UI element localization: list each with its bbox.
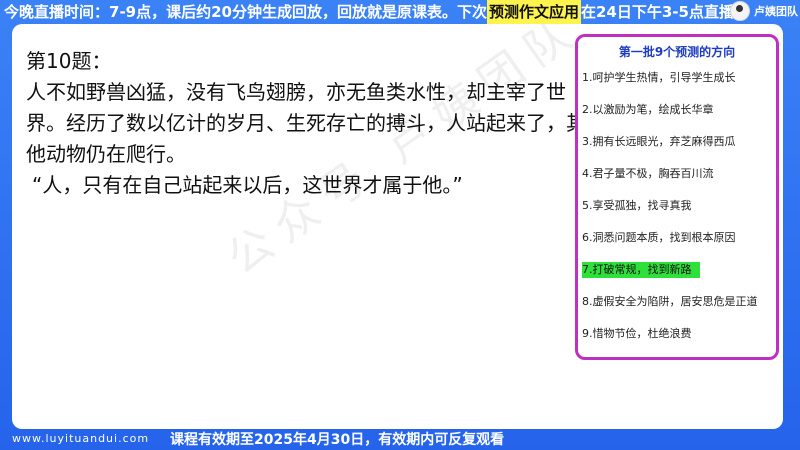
- validity-notice: 课程有效期至2025年4月30日，有效期内可反复观看: [170, 432, 505, 448]
- list-item: 2.以激励为笔，绘成长华章: [582, 103, 714, 116]
- list-item: 4.君子量不极，胸吞百川流: [582, 167, 714, 180]
- announcement-prefix: 今晚直播时间：7-9点，课后约20分钟生成回放，回放就是原课表。下次: [4, 3, 487, 21]
- prediction-list: 1.呵护学生热情，引导学生成长 2.以激励为笔，绘成长华章 3.拥有长远眼光，弃…: [582, 70, 776, 342]
- announcement-highlight: 预测作文应用: [486, 0, 581, 24]
- list-item-highlighted: 7.打破常规，找到新路: [582, 262, 700, 278]
- bottom-bar: www.luyituandui.com 课程有效期至2025年4月30日，有效期…: [0, 430, 800, 450]
- brand-name: 卢姨团队: [754, 5, 798, 18]
- question-number: 第10题：: [26, 49, 112, 73]
- question-paragraph: 人不如野兽凶猛，没有飞鸟翅膀，亦无鱼类水性，却主宰了世界。经历了数以亿计的岁月、…: [26, 80, 586, 166]
- list-item: 5.享受孤独，找寻真我: [582, 199, 692, 212]
- list-item: 3.拥有长远眼光，弃芝麻得西瓜: [582, 135, 736, 148]
- prediction-panel: 第一批9个预测的方向 1.呵护学生热情，引导学生成长 2.以激励为笔，绘成长华章…: [575, 34, 779, 360]
- announcement-suffix: 在24日下午3-5点直播: [581, 3, 734, 21]
- avatar-icon: [730, 1, 750, 21]
- list-item: 6.洞悉问题本质，找到根本原因: [582, 231, 736, 244]
- panel-title: 第一批9个预测的方向: [618, 45, 736, 59]
- question-quote: “人，只有在自己站起来以后，这世界才属于他。”: [32, 173, 463, 197]
- list-item: 1.呵护学生热情，引导学生成长: [582, 71, 736, 84]
- question-content: 第10题： 人不如野兽凶猛，没有飞鸟翅膀，亦无鱼类水性，却主宰了世界。经历了数以…: [26, 46, 586, 201]
- slide-card: 公众号 卢姨团队 第10题： 人不如野兽凶猛，没有飞鸟翅膀，亦无鱼类水性，却主宰…: [12, 24, 783, 429]
- list-item: 8.虚假安全为陷阱，居安思危是正道: [582, 295, 758, 308]
- top-announcement-bar: 今晚直播时间：7-9点，课后约20分钟生成回放，回放就是原课表。下次 预测作文应用…: [0, 0, 800, 24]
- website-url: www.luyituandui.com: [12, 432, 150, 445]
- list-item: 9.惜物节俭，杜绝浪费: [582, 327, 692, 340]
- brand-badge: 卢姨团队: [730, 1, 798, 21]
